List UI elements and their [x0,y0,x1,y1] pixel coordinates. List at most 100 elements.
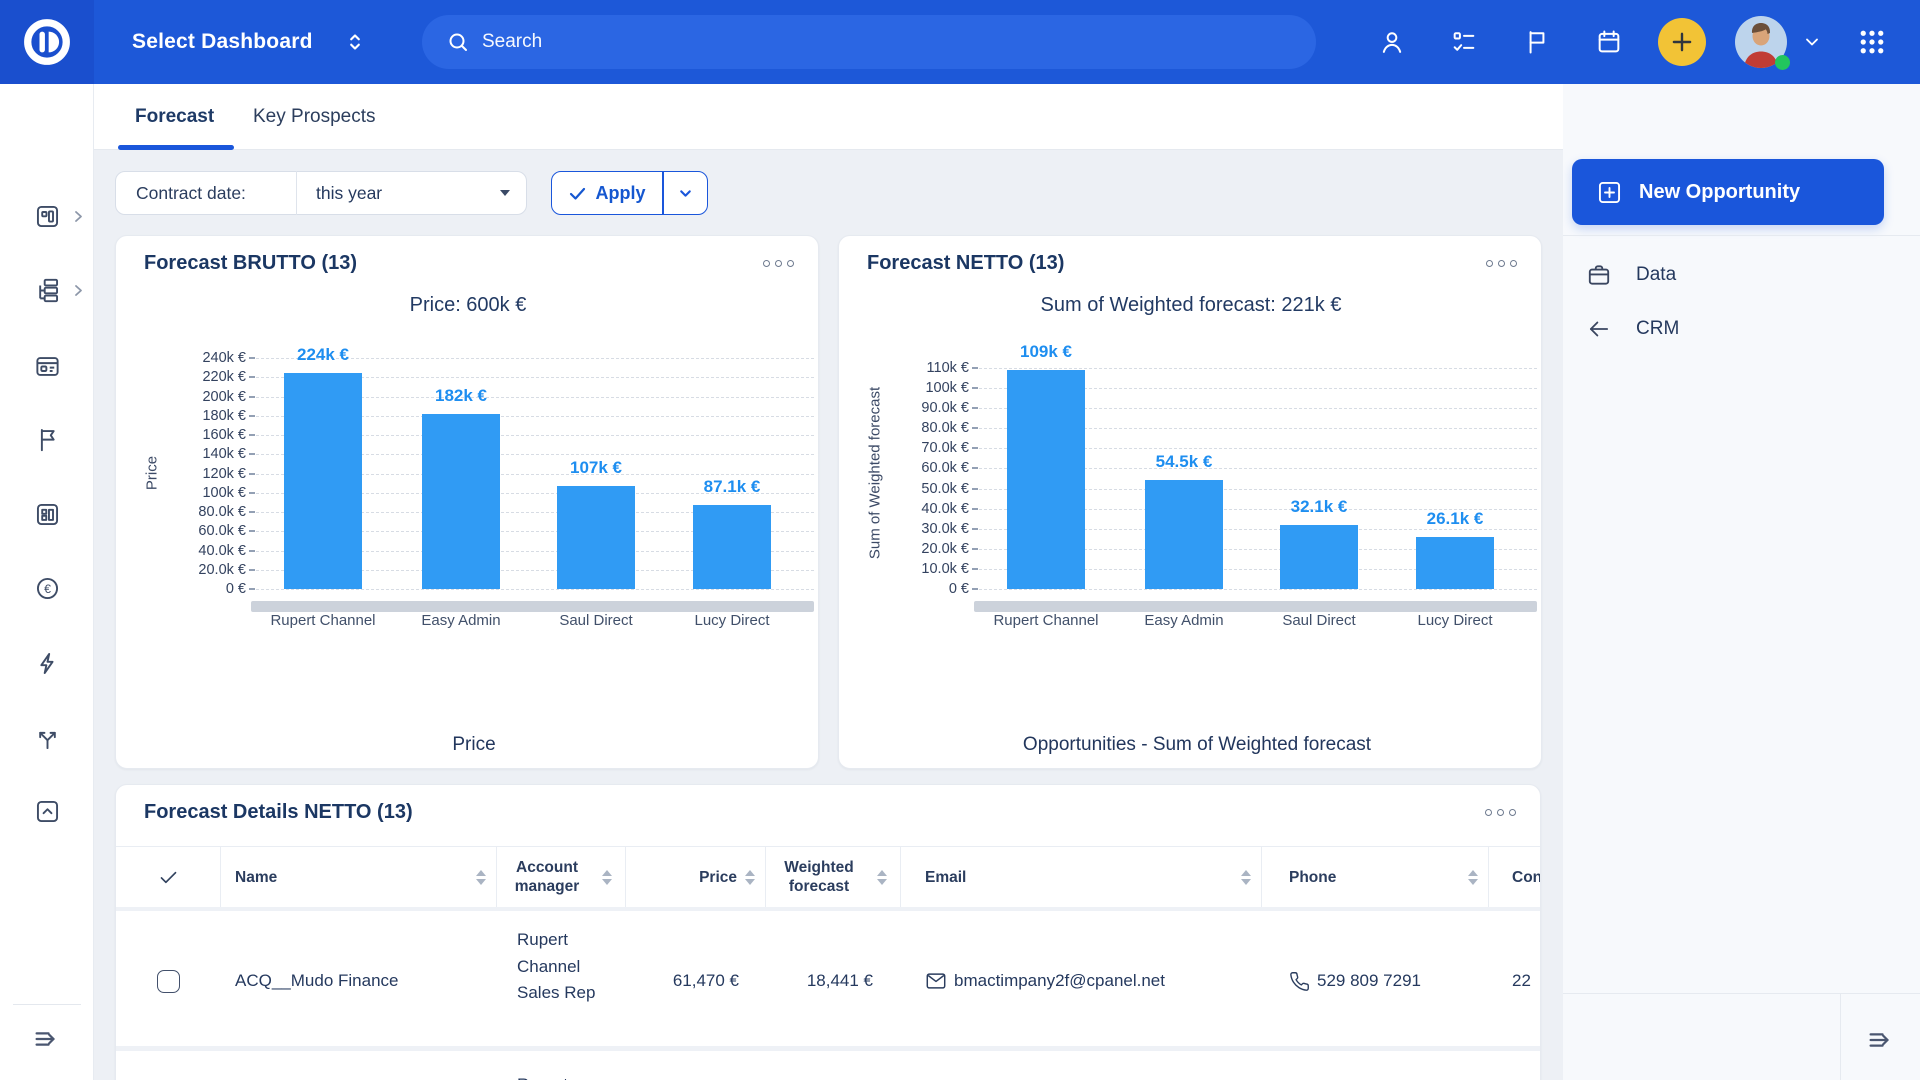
tick-mark [249,588,255,590]
checklist-icon [1450,28,1478,56]
cell-phone-value[interactable]: 529 809 7291 [1317,971,1421,991]
y-tick-label: 140k € [116,445,246,463]
box-chevron-up-icon [34,798,61,825]
tick-mark [972,548,978,550]
contacts-button[interactable] [1370,0,1414,84]
sort-arrows-icon[interactable] [1241,870,1251,885]
unfold-icon[interactable] [342,29,368,55]
apply-button[interactable]: Apply [551,171,708,215]
bar-value-label: 224k € [263,345,383,365]
tab-key-prospects[interactable]: Key Prospects [253,84,376,150]
sidebar-item-finance[interactable]: € [31,572,63,604]
cell-email-value[interactable]: bmactimpany2f@cpanel.net [954,971,1165,991]
apply-dropdown-toggle[interactable] [664,172,708,214]
email-icon [925,970,947,992]
tab-forecast-label: Forecast [135,106,214,128]
tick-mark [972,488,978,490]
cell-name: ACQ__Mudo Finance [221,911,497,1051]
bar-saul-direct [557,486,635,589]
sidebar-item-import[interactable] [31,795,63,827]
tasks-button[interactable] [1442,0,1486,84]
app: Select Dashboard [0,0,1920,1080]
row-checkbox[interactable] [157,970,180,993]
y-tick-label: 70.0k € [839,439,969,457]
card-menu-button[interactable] [763,260,794,267]
table-row: Rupert [116,1056,1541,1080]
calendar-button[interactable] [1587,0,1631,84]
sort-arrows-icon[interactable] [877,870,887,885]
column-header-name[interactable]: Name [221,847,497,907]
tick-mark [972,528,978,530]
y-tick-label: 60.0k € [839,459,969,477]
column-header-phone[interactable]: Phone [1262,847,1489,907]
person-icon [1378,28,1406,56]
sort-arrows-icon[interactable] [476,870,486,885]
tab-forecast[interactable]: Forecast [135,84,214,150]
cell-weighted-value: 18,441 € [807,971,873,991]
chevron-right-icon[interactable] [72,210,85,223]
search-bar[interactable] [422,15,1316,69]
tick-mark [972,508,978,510]
y-tick-label: 220k € [116,368,246,386]
column-header-select[interactable] [116,847,221,907]
new-opportunity-button[interactable]: New Opportunity [1572,159,1884,225]
account-menu-toggle[interactable] [1792,0,1832,84]
cell-phone [1262,1056,1489,1080]
tick-mark [972,387,978,389]
column-header-label: Phone [1289,868,1336,887]
column-header-weighted-forecast[interactable]: Weighted forecast [766,847,901,907]
app-logo[interactable] [0,0,94,84]
dashboard-selector[interactable]: Select Dashboard [132,0,313,84]
sidebar-item-goals[interactable] [31,423,63,455]
column-header-email[interactable]: Email [901,847,1262,907]
sidebar-item-automation[interactable] [31,647,63,679]
sidebar-expand-button[interactable] [31,1024,61,1054]
y-tick-label: 120k € [116,465,246,483]
gridline [979,589,1537,590]
blocks-icon [34,501,61,528]
panel-expand-button[interactable] [1865,1025,1895,1055]
apps-menu-button[interactable] [1850,0,1894,84]
flags-button[interactable] [1515,0,1559,84]
tick-mark [249,511,255,513]
sidebar-item-dashboards[interactable] [31,200,63,232]
sidebar-item-browser[interactable] [31,350,63,382]
tick-mark [249,396,255,398]
bar-saul-direct [1280,525,1358,589]
y-tick-label: 20.0k € [116,561,246,579]
search-input[interactable] [482,31,1292,53]
sort-arrows-icon[interactable] [745,870,755,885]
panel-item-crm[interactable]: CRM [1586,316,1679,342]
panel-bottom-divider [1563,993,1920,994]
plus-icon [1669,29,1695,55]
y-tick-label: 60.0k € [116,522,246,540]
sort-arrows-icon[interactable] [1468,870,1478,885]
apply-button-main[interactable]: Apply [552,172,662,214]
avatar[interactable] [1735,16,1787,68]
filter-value-dropdown[interactable]: this year [297,183,500,204]
tick-mark [249,473,255,475]
euro-icon: € [34,575,61,602]
panel-item-data[interactable]: Data [1586,262,1676,288]
sidebar-item-pipelines[interactable] [31,274,63,306]
sidebar-item-reports[interactable] [31,498,63,530]
chevron-right-icon[interactable] [72,284,85,297]
card-menu-button[interactable] [1485,809,1516,816]
category-label: Saul Direct [1249,612,1389,632]
quick-add-button[interactable] [1658,18,1706,66]
briefcase-icon [1586,262,1612,288]
y-tick-label: 80.0k € [839,419,969,437]
gridline [979,368,1537,369]
column-header-price[interactable]: Price [626,847,766,907]
chart-subtitle: Sum of Weighted forecast: 221k € [839,294,1543,317]
sort-arrows-icon[interactable] [602,870,612,885]
dropdown-caret-icon[interactable] [500,190,510,196]
sidebar-item-routing[interactable] [31,722,63,754]
card-menu-button[interactable] [1486,260,1517,267]
column-header-account-manager[interactable]: Account manager [497,847,626,907]
bar-easy-admin [1145,480,1223,589]
y-tick-label: 160k € [116,426,246,444]
x-axis-title: Price [116,734,832,756]
column-header-contract-date[interactable]: Contract date [1489,847,1541,907]
y-tick-label: 240k € [116,349,246,367]
